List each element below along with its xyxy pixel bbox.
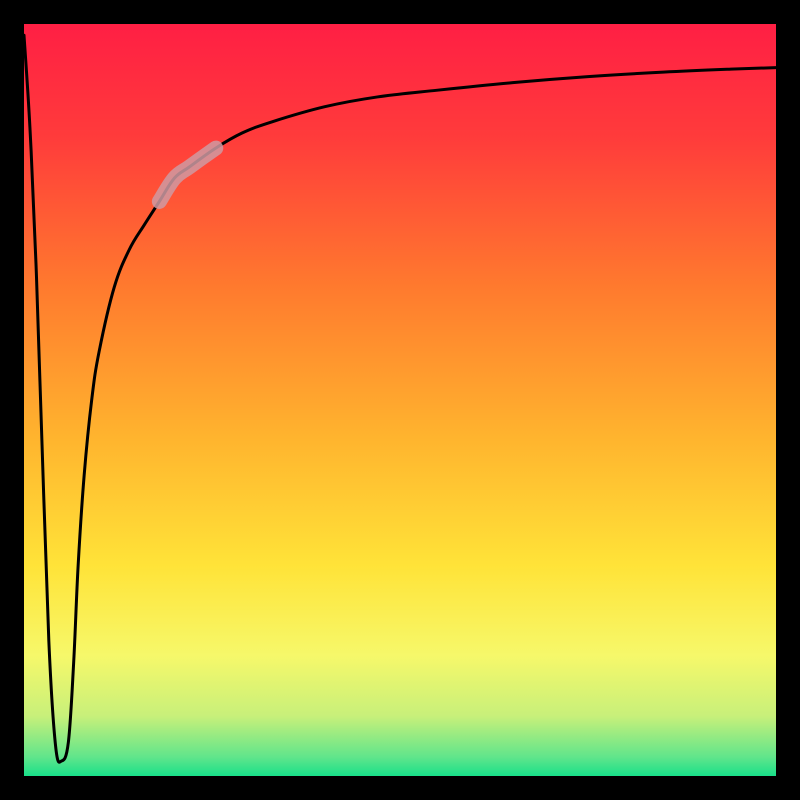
- bottleneck-chart: [0, 0, 800, 800]
- frame-edge: [0, 0, 24, 800]
- frame-edge: [776, 0, 800, 800]
- frame-edge: [0, 0, 800, 24]
- chart-container: TheBottleneck.com: [0, 0, 800, 800]
- frame-edge: [0, 776, 800, 800]
- plot-background: [24, 24, 776, 776]
